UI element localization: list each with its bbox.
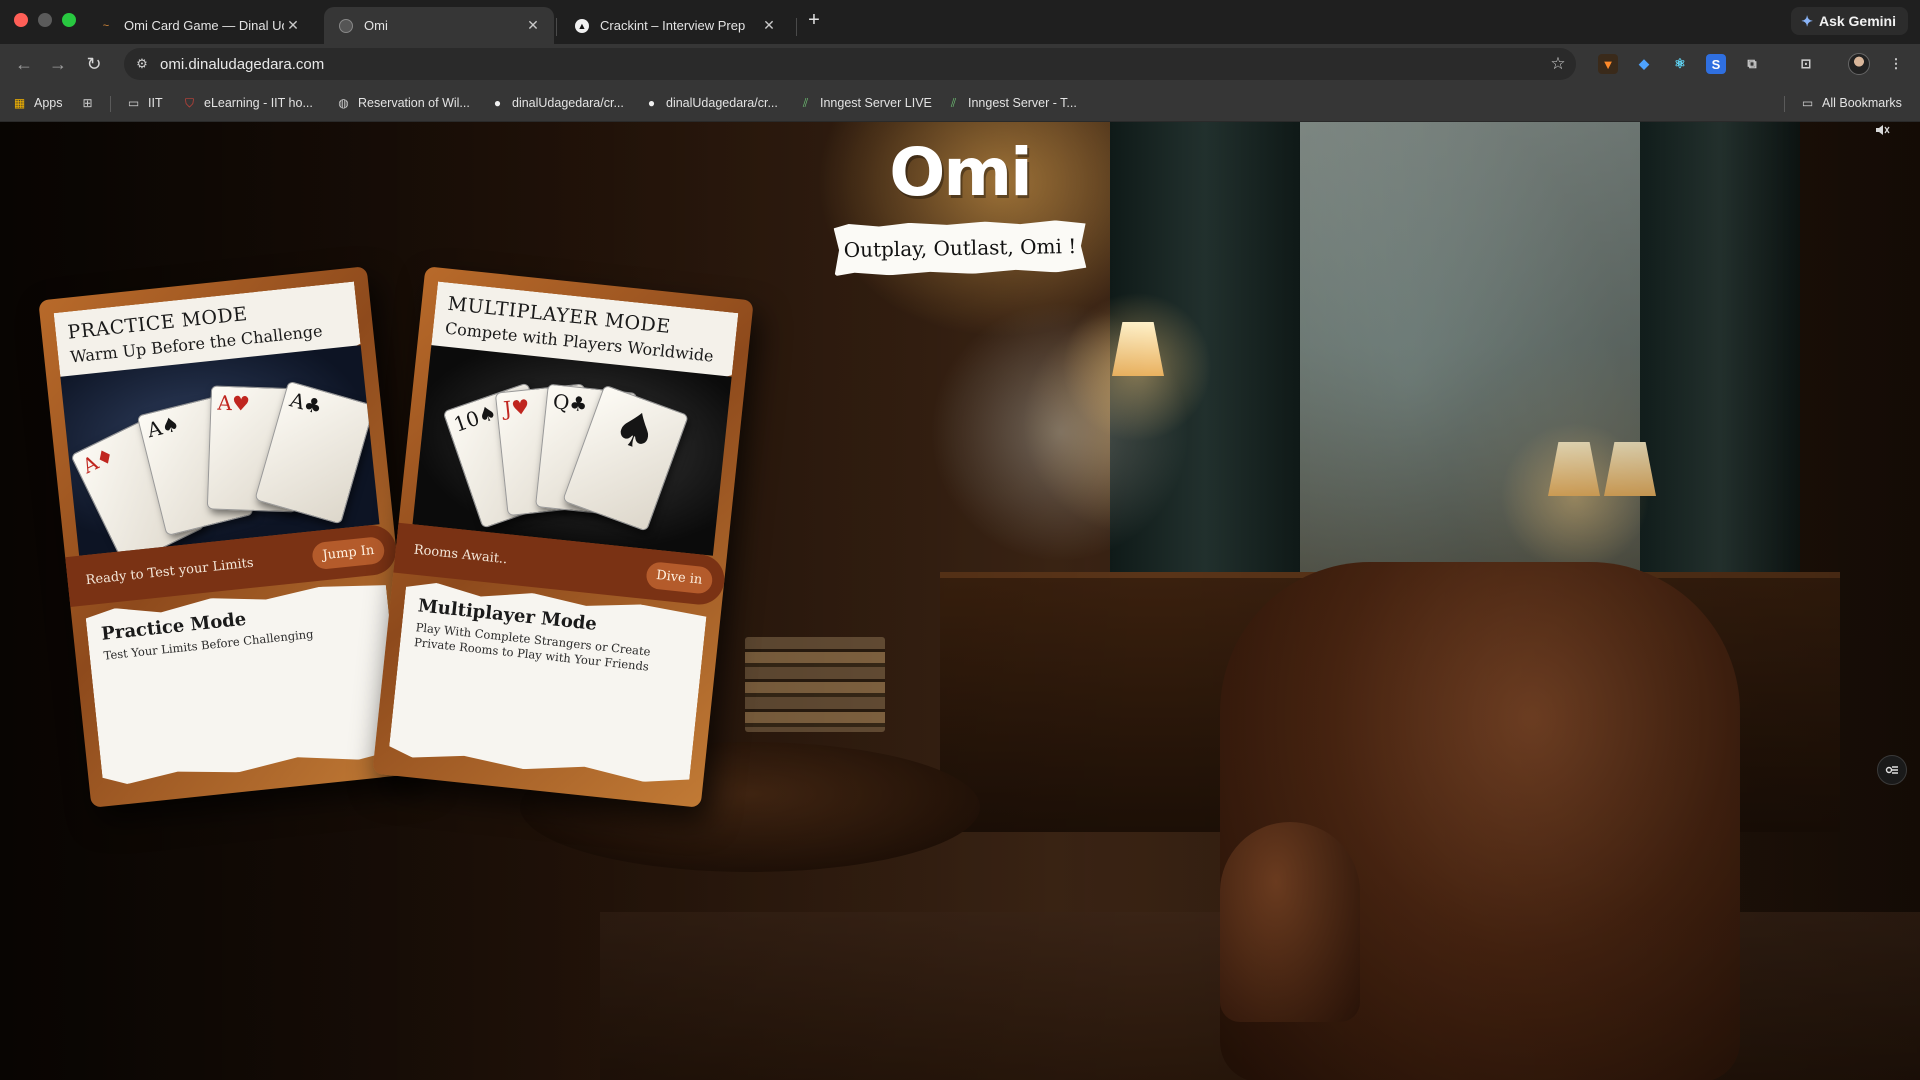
page-viewport: Omi Outplay, Outlast, Omi ! PRACTICE MOD… bbox=[0, 122, 1920, 1080]
card-body: Multiplayer Mode Play With Complete Stra… bbox=[388, 580, 707, 787]
extensions-puzzle-icon[interactable]: ⧉ bbox=[1742, 54, 1762, 74]
folder-icon: ▭ bbox=[127, 96, 140, 110]
tab-title: Crackint – Interview Prep bbox=[600, 18, 746, 33]
jump-in-button[interactable]: Jump In bbox=[311, 535, 386, 570]
tab-crackint[interactable]: ▲ Crackint – Interview Prep ✕ bbox=[560, 7, 790, 44]
s-extension-icon[interactable]: S bbox=[1706, 54, 1726, 74]
fox-extension-icon[interactable]: ▼ bbox=[1598, 54, 1618, 74]
bookmark-reservation[interactable]: ◍ Reservation of Wil... bbox=[336, 93, 470, 113]
ask-gemini-button[interactable]: ✦ Ask Gemini bbox=[1791, 7, 1908, 35]
strip-text: Rooms Await.. bbox=[413, 542, 509, 567]
card-body: Practice Mode Test Your Limits Before Ch… bbox=[85, 580, 404, 787]
window-maximize-button[interactable] bbox=[62, 13, 76, 27]
crackint-favicon: ▲ bbox=[574, 18, 590, 34]
strip-text: Ready to Test your Limits bbox=[84, 555, 255, 588]
bookmark-github-2[interactable]: ● dinalUdagedara/cr... bbox=[644, 93, 778, 113]
omi-favicon: ~ bbox=[102, 19, 110, 32]
profile-avatar[interactable] bbox=[1848, 53, 1870, 75]
close-tab-icon[interactable]: ✕ bbox=[284, 17, 302, 34]
gemini-spark-icon: ✦ bbox=[1801, 12, 1813, 29]
tab-separator bbox=[796, 18, 797, 36]
bookmark-separator bbox=[1784, 96, 1785, 112]
floating-settings-icon[interactable] bbox=[1877, 755, 1907, 785]
tab-omi[interactable]: Omi ✕ bbox=[324, 7, 554, 44]
omi-favicon bbox=[338, 18, 354, 34]
apps-grid-icon: ▦ bbox=[13, 96, 26, 110]
inngest-icon: ⫽ bbox=[950, 95, 957, 110]
dive-in-button[interactable]: Dive in bbox=[644, 560, 714, 595]
tab-title: Omi bbox=[364, 18, 388, 33]
bookmark-inngest-test[interactable]: ⫽ Inngest Server - T... bbox=[946, 93, 1077, 113]
url-text[interactable]: omi.dinaludagedara.com bbox=[160, 56, 1540, 73]
mute-sound-icon[interactable] bbox=[1874, 122, 1896, 142]
tab-separator bbox=[556, 18, 557, 36]
more-menu-icon[interactable]: ⋮ bbox=[1886, 54, 1906, 74]
bookmark-inngest-live[interactable]: ⫽ Inngest Server LIVE bbox=[798, 93, 932, 113]
bookmark-apps[interactable]: ▦ Apps bbox=[12, 93, 63, 113]
bookmark-separator bbox=[110, 96, 111, 112]
window-close-button[interactable] bbox=[14, 13, 28, 27]
inngest-icon: ⫽ bbox=[802, 95, 809, 110]
ask-gemini-label: Ask Gemini bbox=[1818, 13, 1896, 29]
bookmark-iit[interactable]: ▭ IIT bbox=[126, 93, 163, 113]
github-icon: ● bbox=[493, 96, 502, 110]
shield-icon: ⛉ bbox=[184, 95, 194, 110]
all-bookmarks[interactable]: ▭ All Bookmarks bbox=[1800, 93, 1902, 113]
diamond-extension-icon[interactable]: ◆ bbox=[1634, 54, 1654, 74]
folder-icon: ▭ bbox=[1801, 96, 1814, 110]
close-tab-icon[interactable]: ✕ bbox=[524, 17, 542, 34]
window-minimize-button[interactable] bbox=[38, 13, 52, 27]
address-bar[interactable]: ⚙ omi.dinaludagedara.com ☆ bbox=[124, 48, 1576, 80]
multiplayer-mode-card[interactable]: MULTIPLAYER MODE Compete with Players Wo… bbox=[372, 266, 754, 808]
tab-title: Omi Card Game — Dinal Udag bbox=[124, 18, 284, 33]
reload-icon[interactable]: ↻ bbox=[80, 51, 108, 77]
react-extension-icon[interactable]: ⚛ bbox=[1670, 54, 1690, 74]
site-settings-icon[interactable]: ⚙ bbox=[124, 56, 160, 72]
page-title: Omi bbox=[889, 134, 1033, 211]
practice-mode-card[interactable]: PRACTICE MODE Warm Up Before the Challen… bbox=[38, 266, 420, 808]
bookmark-star-icon[interactable]: ☆ bbox=[1540, 54, 1576, 74]
new-tab-button[interactable]: + bbox=[802, 9, 826, 33]
bookmarks-bar: ▦ Apps ⊞ ▭ IIT ⛉ eLearning - IIT ho... ◍… bbox=[0, 84, 1920, 122]
bookmark-github-1[interactable]: ● dinalUdagedara/cr... bbox=[490, 93, 624, 113]
tab-groups-icon[interactable]: ⊞ bbox=[80, 93, 95, 113]
forward-arrow-icon[interactable]: → bbox=[44, 51, 72, 77]
close-tab-icon[interactable]: ✕ bbox=[760, 17, 778, 34]
github-icon: ● bbox=[647, 96, 656, 110]
tab-search-icon[interactable]: ⊡ bbox=[1796, 54, 1816, 74]
bookmark-elearning[interactable]: ⛉ eLearning - IIT ho... bbox=[182, 93, 313, 113]
back-arrow-icon[interactable]: ← bbox=[10, 51, 38, 77]
browser-toolbar: ← → ↻ ⚙ omi.dinaludagedara.com ☆ ▼ ◆ ⚛ S… bbox=[0, 44, 1920, 84]
tab-omi-card-game[interactable]: ~ Omi Card Game — Dinal Udag ✕ bbox=[84, 7, 314, 44]
card-fan-image: 10♠ J♥ Q♣ ♠ bbox=[412, 345, 732, 556]
aces-card-image: A♦ A♠ A♥ A♣ bbox=[60, 345, 380, 556]
globe-icon: ◍ bbox=[338, 96, 349, 110]
tab-strip: ~ Omi Card Game — Dinal Udag ✕ Omi ✕ ▲ C… bbox=[0, 0, 1920, 44]
tagline: Outplay, Outlast, Omi ! bbox=[834, 220, 1087, 276]
